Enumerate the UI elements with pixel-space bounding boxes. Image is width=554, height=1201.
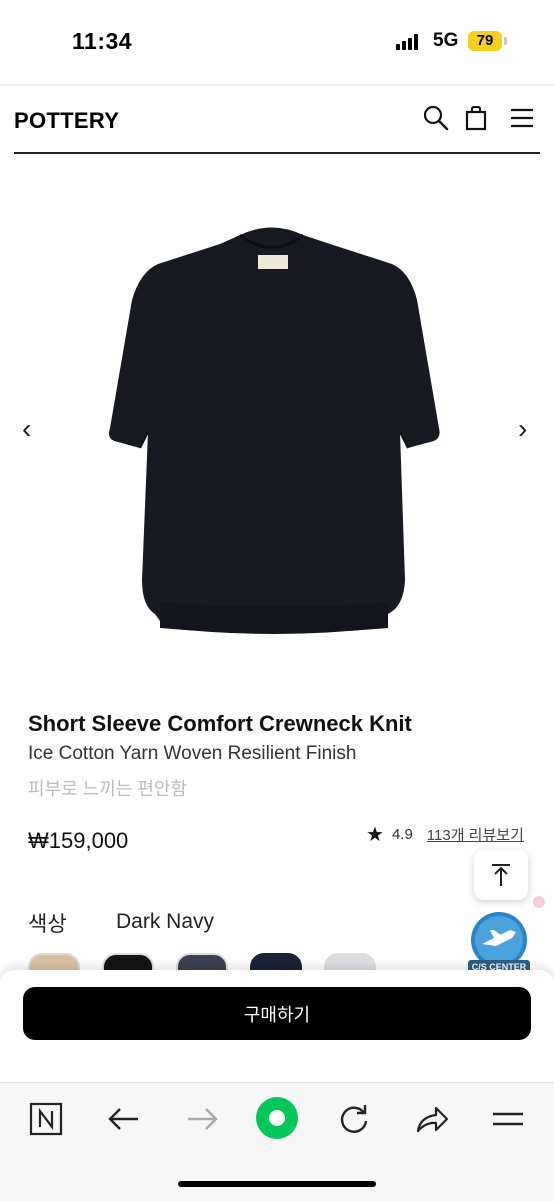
- menu-icon[interactable]: [508, 104, 536, 132]
- scroll-to-top-button[interactable]: [474, 850, 528, 900]
- product-price: ₩159,000: [28, 828, 129, 853]
- battery-icon: 79: [468, 31, 502, 51]
- star-icon: ★: [366, 823, 384, 846]
- purchase-sheet: 구매하기: [0, 970, 554, 1082]
- back-icon[interactable]: [106, 1101, 142, 1137]
- header-divider: [14, 152, 540, 154]
- naver-n-icon[interactable]: [28, 1101, 64, 1137]
- rating-value: 4.9: [391, 825, 413, 843]
- notification-dot: [533, 896, 545, 908]
- color-label: 색상: [28, 913, 67, 936]
- signal-icon: [396, 34, 422, 50]
- status-time: 11:34: [72, 28, 133, 54]
- arrow-up-icon: [492, 864, 510, 886]
- selected-color-name: Dark Navy: [116, 910, 215, 933]
- product-subtitle: Ice Cotton Yarn Woven Resilient Finish: [28, 743, 357, 764]
- status-bar: 11:34 5G 79: [0, 0, 554, 84]
- battery-tip: [504, 37, 507, 45]
- shopping-bag-icon[interactable]: [462, 104, 490, 132]
- forward-icon[interactable]: [184, 1101, 220, 1137]
- carousel-prev-arrow[interactable]: ‹: [22, 415, 31, 443]
- network-label: 5G: [433, 30, 459, 51]
- product-title: Short Sleeve Comfort Crewneck Knit: [28, 711, 412, 736]
- reload-icon[interactable]: [336, 1101, 372, 1137]
- rating-row: ★ 4.9 113개 리뷰보기: [366, 823, 524, 846]
- green-dot-icon[interactable]: [254, 1095, 300, 1141]
- review-link[interactable]: 113개 리뷰보기: [427, 824, 524, 845]
- share-icon[interactable]: [414, 1101, 450, 1137]
- address-divider: [0, 84, 554, 86]
- buy-button[interactable]: 구매하기: [23, 987, 531, 1040]
- site-logo[interactable]: POTTERY: [14, 108, 119, 134]
- menu-icon[interactable]: [490, 1101, 526, 1137]
- carousel-next-arrow[interactable]: ›: [518, 415, 527, 443]
- product-image[interactable]: [0, 160, 554, 700]
- home-indicator: [178, 1181, 376, 1187]
- product-tagline: 피부로 느끼는 편안함: [28, 779, 188, 799]
- search-icon[interactable]: [422, 104, 450, 132]
